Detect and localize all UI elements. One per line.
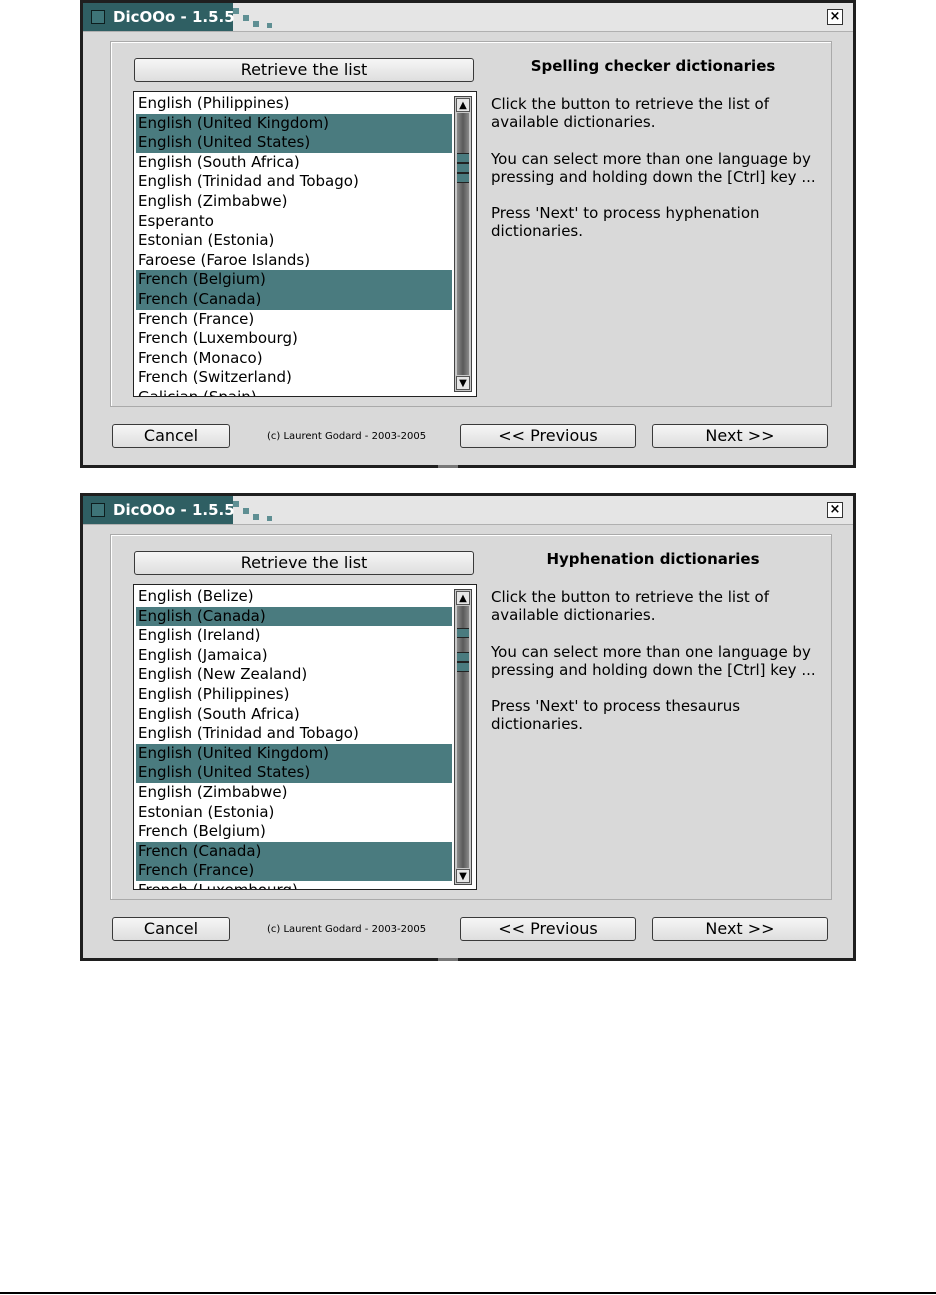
retrieve-list-button[interactable]: Retrieve the list: [134, 58, 474, 82]
next-button[interactable]: Next >>: [652, 424, 828, 448]
section-title: Hyphenation dictionaries: [546, 550, 760, 568]
list-item[interactable]: French (France): [136, 861, 452, 881]
title-decoration: [253, 21, 259, 27]
list-item[interactable]: English (South Africa): [136, 705, 452, 725]
section-title: Spelling checker dictionaries: [530, 57, 776, 75]
instruction-text: Click the button to retrieve the list of…: [491, 588, 769, 624]
list-item[interactable]: English (Ireland): [136, 626, 452, 646]
vertical-scrollbar[interactable]: ▲ ▼: [454, 589, 472, 885]
list-item[interactable]: English (Zimbabwe): [136, 783, 452, 803]
title-decoration: [243, 15, 249, 21]
scrollbar-grip: [457, 173, 469, 183]
list-item[interactable]: French (Canada): [136, 841, 452, 862]
previous-button[interactable]: << Previous: [460, 424, 636, 448]
list-item[interactable]: Galician (Spain): [136, 388, 452, 396]
dialog-window-spelling: DicOOo - 1.5.5 × Retrieve the list Engli…: [80, 0, 856, 468]
close-icon[interactable]: ×: [827, 502, 843, 518]
scrollbar-grip: [457, 652, 469, 662]
instruction-text: Press 'Next' to process hyphenation dict…: [491, 204, 760, 240]
title-decoration: [233, 501, 239, 507]
list-item[interactable]: Faroese (Faroe Islands): [136, 251, 452, 271]
scrollbar-grip: [457, 153, 469, 163]
scroll-up-arrow-icon[interactable]: ▲: [456, 98, 470, 112]
resize-grip[interactable]: [438, 958, 458, 961]
list-item[interactable]: English (Jamaica): [136, 646, 452, 666]
list-item[interactable]: Estonian (Estonia): [136, 231, 452, 251]
copyright-text: (c) Laurent Godard - 2003-2005: [267, 431, 427, 442]
title-decoration: [243, 508, 249, 514]
scrollbar-grip: [457, 662, 469, 672]
list-item[interactable]: English (United Kingdom): [136, 113, 452, 134]
instruction-text: Click the button to retrieve the list of…: [491, 95, 769, 131]
vertical-scrollbar[interactable]: ▲ ▼: [454, 96, 472, 392]
scrollbar-thumb[interactable]: [457, 606, 469, 868]
dictionary-listbox[interactable]: English (Belize) English (Canada) English …: [133, 584, 477, 890]
scrollbar-grip: [457, 628, 469, 638]
retrieve-list-button[interactable]: Retrieve the list: [134, 551, 474, 575]
list-item[interactable]: French (Belgium): [136, 822, 452, 842]
list-item[interactable]: English (Zimbabwe): [136, 192, 452, 212]
previous-button[interactable]: << Previous: [460, 917, 636, 941]
list-item[interactable]: Esperanto: [136, 212, 452, 232]
list-item[interactable]: English (Trinidad and Tobago): [136, 724, 452, 744]
window-title: DicOOo - 1.5.5: [113, 501, 235, 519]
dialog-window-hyphenation: DicOOo - 1.5.5 × Retrieve the list Engli…: [80, 493, 856, 961]
list-item[interactable]: French (Canada): [136, 290, 452, 310]
next-button[interactable]: Next >>: [652, 917, 828, 941]
list-item[interactable]: English (Philippines): [136, 685, 452, 705]
list-item[interactable]: English (Canada): [136, 606, 452, 627]
list-item[interactable]: English (South Africa): [136, 153, 452, 173]
scroll-down-arrow-icon[interactable]: ▼: [456, 376, 470, 390]
window-title: DicOOo - 1.5.5: [113, 8, 235, 26]
list-item[interactable]: English (United Kingdom): [136, 743, 452, 764]
list-item[interactable]: French (Luxembourg): [136, 329, 452, 349]
list-item[interactable]: French (Switzerland): [136, 368, 452, 388]
copyright-text: (c) Laurent Godard - 2003-2005: [267, 924, 427, 935]
instruction-text: You can select more than one language by…: [491, 643, 816, 679]
title-decoration: [233, 8, 239, 14]
list-item[interactable]: Estonian (Estonia): [136, 803, 452, 823]
list-item[interactable]: English (Trinidad and Tobago): [136, 172, 452, 192]
title-decoration: [253, 514, 259, 520]
cancel-button[interactable]: Cancel: [112, 424, 230, 448]
title-decoration: [267, 23, 272, 28]
list-item[interactable]: English (New Zealand): [136, 665, 452, 685]
scroll-up-arrow-icon[interactable]: ▲: [456, 591, 470, 605]
title-bar[interactable]: DicOOo - 1.5.5 ×: [83, 3, 853, 32]
resize-grip[interactable]: [438, 465, 458, 468]
scrollbar-grip: [457, 163, 469, 173]
list-item[interactable]: English (Belize): [136, 587, 452, 607]
title-bar[interactable]: DicOOo - 1.5.5 ×: [83, 496, 853, 525]
instruction-text: You can select more than one language by…: [491, 150, 816, 186]
instruction-text: Press 'Next' to process thesaurus dictio…: [491, 697, 741, 733]
list-item[interactable]: English (Philippines): [136, 94, 452, 114]
page-footer-rule: [0, 1292, 936, 1294]
list-item[interactable]: French (Belgium): [136, 270, 452, 290]
title-decoration: [267, 516, 272, 521]
list-item[interactable]: French (Luxembourg): [136, 881, 452, 889]
list-item[interactable]: French (Monaco): [136, 349, 452, 369]
window-menu-icon[interactable]: [91, 10, 105, 24]
list-item[interactable]: English (United States): [136, 133, 452, 153]
list-item[interactable]: English (United States): [136, 763, 452, 783]
list-item[interactable]: French (France): [136, 310, 452, 330]
close-icon[interactable]: ×: [827, 9, 843, 25]
window-menu-icon[interactable]: [91, 503, 105, 517]
cancel-button[interactable]: Cancel: [112, 917, 230, 941]
dictionary-listbox[interactable]: English (Philippines) English (United Kin…: [133, 91, 477, 397]
scroll-down-arrow-icon[interactable]: ▼: [456, 869, 470, 883]
